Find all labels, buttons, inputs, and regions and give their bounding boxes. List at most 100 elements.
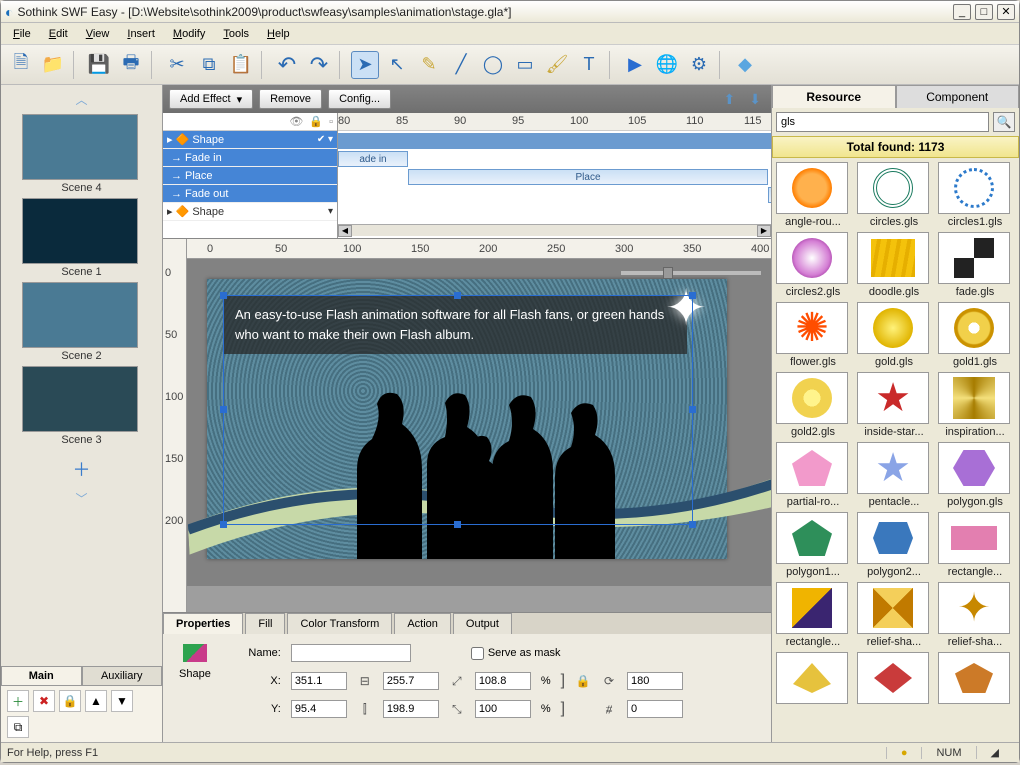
- resource-item[interactable]: rectangle...: [776, 582, 850, 648]
- w-field[interactable]: [383, 672, 439, 690]
- skew-field[interactable]: [627, 700, 683, 718]
- rot-field[interactable]: [627, 672, 683, 690]
- layer-item[interactable]: ▸ 🔶 Shape✔ ▾: [163, 131, 337, 149]
- tab-resource[interactable]: Resource: [772, 85, 896, 108]
- resource-item[interactable]: [938, 652, 1012, 706]
- scroll-left-icon[interactable]: ◀: [338, 225, 352, 237]
- resource-item[interactable]: [776, 652, 850, 706]
- publish-icon[interactable]: ⚙: [685, 51, 713, 79]
- scene-thumb[interactable]: Scene 1: [22, 198, 142, 278]
- shape-track[interactable]: [338, 133, 771, 149]
- y-field[interactable]: [291, 700, 347, 718]
- layer-item[interactable]: Place: [163, 167, 337, 185]
- menu-view[interactable]: View: [78, 26, 118, 42]
- scene-down-icon[interactable]: ▼: [111, 690, 133, 712]
- resource-item[interactable]: gold1.gls: [938, 302, 1012, 368]
- resource-item[interactable]: relief-sha...: [857, 582, 931, 648]
- play-icon[interactable]: ▶: [621, 51, 649, 79]
- timeline-scrollbar[interactable]: ◀ ▶: [338, 224, 771, 236]
- new-icon[interactable]: 🗎: [7, 51, 35, 79]
- globe-icon[interactable]: 🌐: [653, 51, 681, 79]
- x-field[interactable]: [291, 672, 347, 690]
- resource-item[interactable]: gold.gls: [857, 302, 931, 368]
- tab-aux-scenes[interactable]: Auxiliary: [82, 666, 163, 685]
- selection-box[interactable]: [223, 295, 693, 525]
- resource-item[interactable]: ✺flower.gls: [776, 302, 850, 368]
- brush-tool-icon[interactable]: 🖌: [543, 51, 571, 79]
- cut-icon[interactable]: ✂: [163, 51, 191, 79]
- resource-item[interactable]: angle-rou...: [776, 162, 850, 228]
- sy-field[interactable]: [475, 700, 531, 718]
- scene-up-icon[interactable]: ▲: [85, 690, 107, 712]
- add-effect-button[interactable]: Add Effect▾: [169, 89, 253, 109]
- resource-item[interactable]: polygon.gls: [938, 442, 1012, 508]
- menu-modify[interactable]: Modify: [165, 26, 213, 42]
- redo-icon[interactable]: ↷: [305, 51, 333, 79]
- scene-thumb[interactable]: Scene 2: [22, 282, 142, 362]
- scene-thumb[interactable]: Scene 4: [22, 114, 142, 194]
- scroll-right-icon[interactable]: ▶: [757, 225, 771, 237]
- fadein-track[interactable]: ade in: [338, 151, 408, 167]
- arrow-tool-icon[interactable]: ➤: [351, 51, 379, 79]
- resource-item[interactable]: inspiration...: [938, 372, 1012, 438]
- scene-thumb[interactable]: Scene 3: [22, 366, 142, 446]
- menu-edit[interactable]: Edit: [41, 26, 76, 42]
- prop-tab-output[interactable]: Output: [453, 613, 512, 634]
- pen-tool-icon[interactable]: ✎: [415, 51, 443, 79]
- resource-item[interactable]: circles1.gls: [938, 162, 1012, 228]
- prop-tab-action[interactable]: Action: [394, 613, 451, 634]
- resource-item[interactable]: partial-ro...: [776, 442, 850, 508]
- resource-item[interactable]: rectangle...: [938, 512, 1012, 578]
- tab-main-scenes[interactable]: Main: [1, 666, 82, 685]
- diamond-icon[interactable]: ◆: [731, 51, 759, 79]
- resource-item[interactable]: ★pentacle...: [857, 442, 931, 508]
- fadeout-track[interactable]: Fade out: [768, 187, 771, 203]
- copy-icon[interactable]: ⧉: [195, 51, 223, 79]
- resource-item[interactable]: fade.gls: [938, 232, 1012, 298]
- menu-insert[interactable]: Insert: [119, 26, 163, 42]
- subselect-tool-icon[interactable]: ↖: [383, 51, 411, 79]
- menu-tools[interactable]: Tools: [215, 26, 257, 42]
- resource-item[interactable]: circles.gls: [857, 162, 931, 228]
- save-icon[interactable]: 💾: [85, 51, 113, 79]
- oval-tool-icon[interactable]: ◯: [479, 51, 507, 79]
- stage-viewport[interactable]: An easy-to-use Flash animation software …: [187, 259, 771, 586]
- sx-field[interactable]: [475, 672, 531, 690]
- scenes-scroll-down[interactable]: ﹀: [75, 488, 87, 509]
- maximize-button[interactable]: □: [975, 4, 993, 20]
- lock-aspect-icon[interactable]: 🔒: [575, 674, 591, 688]
- menu-file[interactable]: File: [5, 26, 39, 42]
- rect-tool-icon[interactable]: ▭: [511, 51, 539, 79]
- close-button[interactable]: ✕: [997, 4, 1015, 20]
- remove-effect-button[interactable]: Remove: [259, 89, 322, 109]
- resource-item[interactable]: ✦relief-sha...: [938, 582, 1012, 648]
- resource-item[interactable]: gold2.gls: [776, 372, 850, 438]
- menu-help[interactable]: Help: [259, 26, 298, 42]
- resource-item[interactable]: doodle.gls: [857, 232, 931, 298]
- h-field[interactable]: [383, 700, 439, 718]
- scene-add-icon[interactable]: ＋: [7, 690, 29, 712]
- prop-tab-fill[interactable]: Fill: [245, 613, 285, 634]
- layer-item[interactable]: Fade in: [163, 149, 337, 167]
- resource-item[interactable]: polygon2...: [857, 512, 931, 578]
- stage[interactable]: An easy-to-use Flash animation software …: [207, 279, 727, 559]
- scene-lock-icon[interactable]: 🔒: [59, 690, 81, 712]
- scenes-scroll-up[interactable]: ︿: [75, 89, 87, 110]
- serve-as-mask-checkbox[interactable]: Serve as mask: [471, 647, 561, 660]
- paste-icon[interactable]: 📋: [227, 51, 255, 79]
- zoom-slider[interactable]: [621, 271, 761, 275]
- prop-tab-color-transform[interactable]: Color Transform: [287, 613, 392, 634]
- layer-item[interactable]: ▸ 🔶 Shape▾: [163, 203, 337, 221]
- resource-item[interactable]: ★inside-star...: [857, 372, 931, 438]
- line-tool-icon[interactable]: ╱: [447, 51, 475, 79]
- prop-tab-properties[interactable]: Properties: [163, 613, 243, 634]
- search-icon[interactable]: 🔍: [993, 112, 1015, 132]
- timeline-frames[interactable]: 80859095100105110115120125 ade in Place …: [338, 113, 771, 238]
- resource-search-input[interactable]: [776, 112, 989, 132]
- move-up-icon[interactable]: ⬆: [720, 91, 740, 108]
- name-field[interactable]: [291, 644, 411, 662]
- undo-icon[interactable]: ↶: [273, 51, 301, 79]
- scene-copy-icon[interactable]: ⧉: [7, 716, 29, 738]
- tab-component[interactable]: Component: [896, 85, 1020, 108]
- print-icon[interactable]: 🖶: [117, 51, 145, 79]
